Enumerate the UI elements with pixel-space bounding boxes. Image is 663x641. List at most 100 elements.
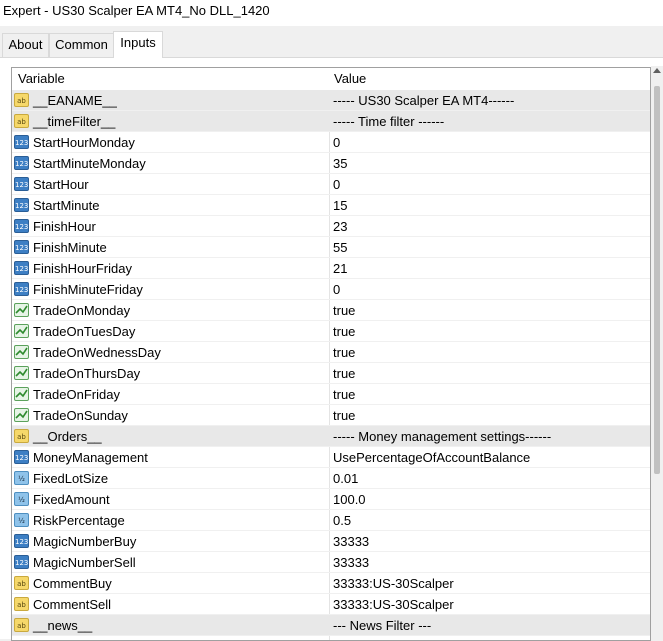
- variable-value[interactable]: 55: [333, 237, 347, 258]
- variable-value[interactable]: 0: [333, 279, 340, 300]
- variable-value[interactable]: UsePercentageOfAccountBalance: [333, 447, 530, 468]
- table-row[interactable]: TradeOnThursDay true: [12, 363, 650, 384]
- variable-name: CommentBuy: [33, 576, 112, 591]
- table-row[interactable]: TradeOnMonday true: [12, 300, 650, 321]
- variable-value[interactable]: 0: [333, 132, 340, 153]
- integer-icon: 123: [14, 450, 29, 464]
- table-row[interactable]: 123 StartHourMonday 0: [12, 132, 650, 153]
- variable-value[interactable]: ----- Money management settings------: [333, 426, 551, 447]
- variable-name: TradeOnTuesDay: [33, 324, 136, 339]
- variable-value[interactable]: 23: [333, 216, 347, 237]
- table-row[interactable]: ab CommentSell 33333:US-30Scalper: [12, 594, 650, 615]
- double-icon: ½: [14, 492, 29, 506]
- integer-icon: 123: [14, 555, 29, 569]
- variable-name: __timeFilter__: [33, 114, 116, 129]
- variable-name: TradeOnWednessDay: [33, 345, 161, 360]
- variable-name: TradeOnSunday: [33, 408, 128, 423]
- table-row[interactable]: 123 MagicNumberBuy 33333: [12, 531, 650, 552]
- string-icon: ab: [14, 429, 29, 443]
- variable-value[interactable]: true: [333, 300, 355, 321]
- variable-name: MoneyManagement: [33, 450, 148, 465]
- variable-name: FixedAmount: [33, 492, 110, 507]
- variable-name: StartHourMonday: [33, 135, 135, 150]
- variable-value[interactable]: 0: [333, 174, 340, 195]
- variable-value[interactable]: 21: [333, 258, 347, 279]
- integer-icon: 123: [14, 261, 29, 275]
- variable-value[interactable]: 33333: [333, 531, 369, 552]
- variable-name: TradeOnFriday: [33, 387, 120, 402]
- table-row[interactable]: TradeOnWednessDay true: [12, 342, 650, 363]
- string-icon: ab: [14, 576, 29, 590]
- scroll-thumb[interactable]: [654, 86, 660, 474]
- variable-value[interactable]: true: [333, 384, 355, 405]
- table-row[interactable]: TradeOnFriday true: [12, 384, 650, 405]
- table-row[interactable]: ab __Orders__ ----- Money management setti…: [12, 426, 650, 447]
- variable-value[interactable]: 35: [333, 153, 347, 174]
- variable-value[interactable]: 33333: [333, 552, 369, 573]
- integer-icon: 123: [14, 135, 29, 149]
- tab-bar: About Common Inputs: [0, 31, 663, 58]
- table-row[interactable]: 123 FinishHour 23: [12, 216, 650, 237]
- table-row[interactable]: TradeOnSunday true: [12, 405, 650, 426]
- boolean-icon: [14, 324, 29, 338]
- table-row[interactable]: ab CommentBuy 33333:US-30Scalper: [12, 573, 650, 594]
- string-icon: ab: [14, 597, 29, 611]
- variable-value[interactable]: ----- Time filter ------: [333, 111, 444, 132]
- variable-name: StartMinuteMonday: [33, 156, 146, 171]
- variable-value[interactable]: ----- US30 Scalper EA MT4------: [333, 90, 514, 111]
- variable-value[interactable]: 15: [333, 195, 347, 216]
- grid-header: Variable Value: [12, 68, 650, 91]
- tab-inputs[interactable]: Inputs: [113, 31, 163, 58]
- scroll-up-arrow-icon[interactable]: [653, 68, 661, 73]
- string-icon: ab: [14, 618, 29, 632]
- table-row[interactable]: ab __EANAME__ ----- US30 Scalper EA MT4---…: [12, 90, 650, 111]
- table-row[interactable]: 123 MagicNumberSell 33333: [12, 552, 650, 573]
- header-value[interactable]: Value: [334, 68, 366, 90]
- tab-common[interactable]: Common: [49, 33, 114, 57]
- variable-name: FinishMinute: [33, 240, 107, 255]
- variable-name: TradeOnMonday: [33, 303, 131, 318]
- boolean-icon: [14, 387, 29, 401]
- table-row[interactable]: ½ FixedLotSize 0.01: [12, 468, 650, 489]
- variable-name: MagicNumberSell: [33, 555, 136, 570]
- table-row[interactable]: 123 StartMinute 15: [12, 195, 650, 216]
- header-variable[interactable]: Variable: [18, 68, 65, 90]
- variable-name: __news__: [33, 618, 93, 633]
- variable-value[interactable]: 0.5: [333, 510, 351, 531]
- tab-about[interactable]: About: [2, 33, 49, 57]
- boolean-icon: [14, 408, 29, 422]
- variable-value[interactable]: 0.01: [333, 468, 358, 489]
- table-row[interactable]: ½ RiskPercentage 0.5: [12, 510, 650, 531]
- integer-icon: 123: [14, 177, 29, 191]
- variable-name: FixedLotSize: [33, 471, 109, 486]
- integer-icon: 123: [14, 282, 29, 296]
- table-row[interactable]: ab __timeFilter__ ----- Time filter ------: [12, 111, 650, 132]
- inputs-panel: Variable Value ab __EANAME__ ----- US30 Sc…: [0, 57, 663, 641]
- variable-name: StartMinute: [33, 198, 100, 213]
- variable-value[interactable]: true: [333, 405, 355, 426]
- vertical-scrollbar[interactable]: [651, 66, 663, 639]
- variable-name: StartHour: [33, 177, 89, 192]
- table-row[interactable]: ab __news__ --- News Filter ---: [12, 615, 650, 636]
- variable-value[interactable]: true: [333, 342, 355, 363]
- variable-value[interactable]: --- News Filter ---: [333, 615, 431, 636]
- boolean-icon: [14, 303, 29, 317]
- table-row[interactable]: 123 FinishHourFriday 21: [12, 258, 650, 279]
- string-icon: ab: [14, 93, 29, 107]
- variable-value[interactable]: 100.0: [333, 489, 366, 510]
- variable-value[interactable]: true: [333, 363, 355, 384]
- table-row[interactable]: ½ FixedAmount 100.0: [12, 489, 650, 510]
- integer-icon: 123: [14, 156, 29, 170]
- table-row[interactable]: 123 FinishMinute 55: [12, 237, 650, 258]
- table-row[interactable]: 123 StartHour 0: [12, 174, 650, 195]
- table-row[interactable]: 123 FinishMinuteFriday 0: [12, 279, 650, 300]
- integer-icon: 123: [14, 219, 29, 233]
- variable-value[interactable]: 33333:US-30Scalper: [333, 573, 454, 594]
- integer-icon: 123: [14, 240, 29, 254]
- table-row[interactable]: TradeOnTuesDay true: [12, 321, 650, 342]
- integer-icon: 123: [14, 534, 29, 548]
- table-row[interactable]: 123 MoneyManagement UsePercentageOfAccount…: [12, 447, 650, 468]
- table-row[interactable]: 123 StartMinuteMonday 35: [12, 153, 650, 174]
- variable-value[interactable]: true: [333, 321, 355, 342]
- variable-value[interactable]: 33333:US-30Scalper: [333, 594, 454, 615]
